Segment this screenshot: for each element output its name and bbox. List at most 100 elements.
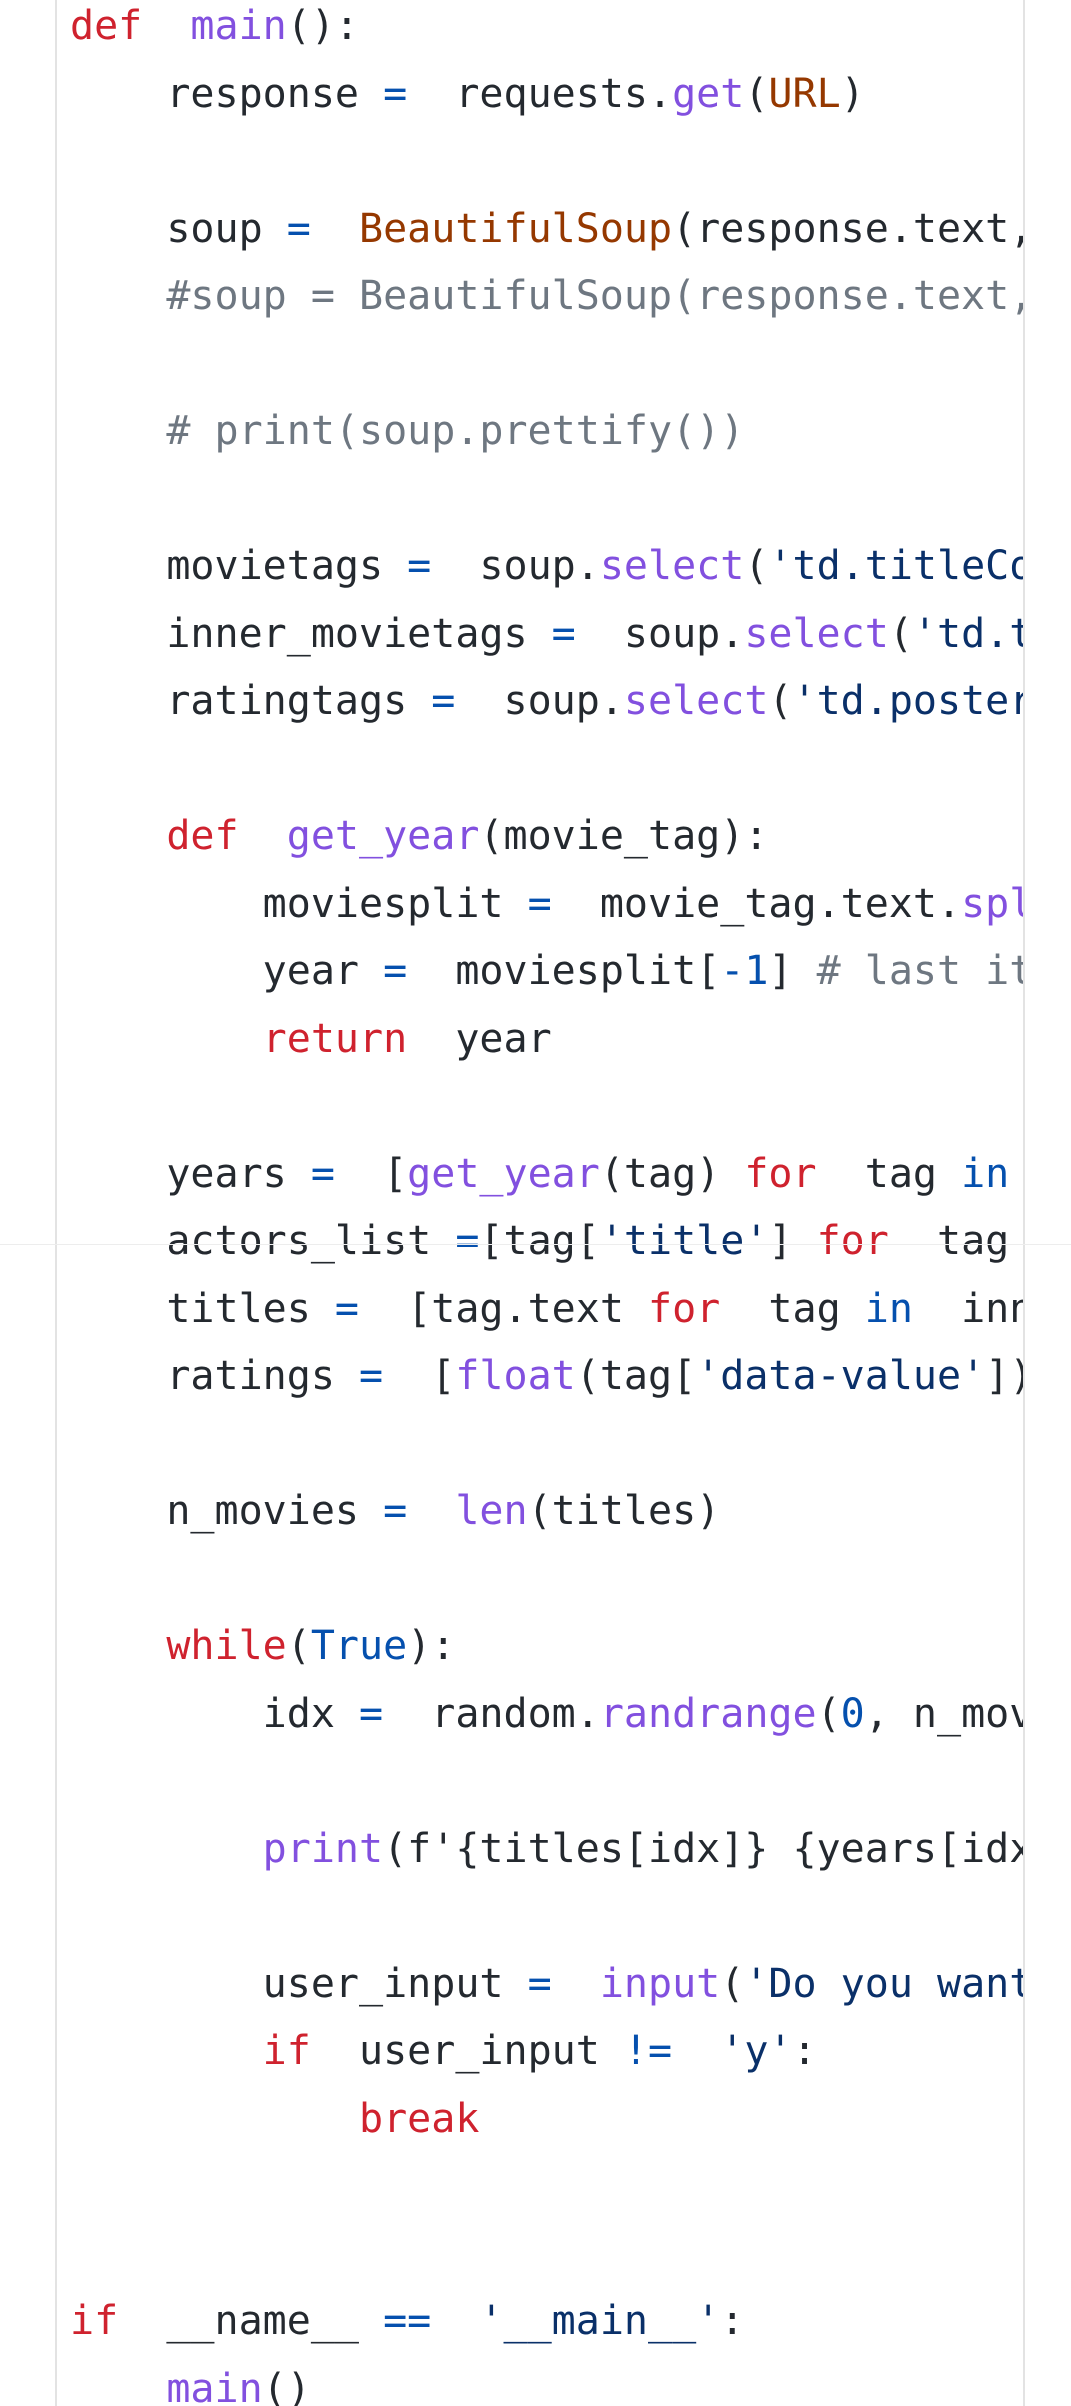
code-token: get_year [286,813,480,859]
code-token: for [816,1218,889,1264]
code-token: -1 [720,948,769,994]
code-token: (tag) [599,1150,745,1197]
code-token: in [864,1285,913,1332]
code-line: year = moviesplit[-1] # last item [70,938,1023,1006]
code-token: BeautifulSoup [359,205,673,252]
code-token: moviesplit[ [407,948,721,994]
code-token: = [310,1150,335,1197]
code-token: randrange [599,1690,817,1737]
code-line: #soup = BeautifulSoup(response.text, 'lx… [70,263,1023,331]
code-line: actors_list =[tag['title'] for tag in in… [70,1208,1023,1276]
code-token: [tag.text [359,1285,648,1332]
code-token: (movie_tag): [479,813,769,859]
code-token: float [455,1353,576,1399]
code-token: # last item [816,948,1023,994]
code-token: print [70,1825,384,1872]
code-token: main [190,3,287,49]
code-line: ratings = [float(tag['data-value']) for … [70,1343,1023,1411]
code-line: ​ [70,1883,1023,1951]
code-line: ​ [70,1411,1023,1479]
code-token: = [286,205,311,252]
code-token: idx [70,1690,359,1737]
code-token: (): [286,3,359,49]
code-token: = [407,543,432,589]
code-token: : [792,2028,817,2074]
code-token: ] [768,1218,817,1264]
code-token: def [70,3,143,49]
code-token: moviesplit [70,880,528,927]
code-token: break [70,2095,480,2142]
code-token: 'data-value' [696,1353,986,1399]
code-token: years [70,1150,311,1197]
code-page: def main(): response = requests.get(URL)… [0,0,1071,2406]
code-token: = [527,1960,552,2007]
code-token: if [70,2028,311,2074]
code-line: moviesplit = movie_tag.text.split() [70,871,1023,939]
code-token: select [599,543,745,589]
code-token: = [358,1353,384,1399]
code-token: = [334,1285,359,1332]
code-token: = [383,70,408,117]
code-token: actors_list [70,1218,456,1264]
code-token: 'td.titleColumn a' [912,610,1023,657]
code-token: ( [720,1960,745,2007]
code-token: tag [888,1218,1023,1264]
code-token: soup [70,205,287,252]
code-line: def get_year(movie_tag): [70,803,1023,871]
code-token: ( [744,70,769,117]
code-token: for [647,1285,721,1332]
code-token: get_year [407,1150,600,1197]
code-token: user_input [310,2028,624,2074]
code-token: if [70,2298,119,2344]
horizontal-divider [0,1244,1071,1245]
code-token: ( [888,610,913,657]
code-token: random. [383,1690,600,1737]
code-line: response = requests.get(URL) [70,61,1023,129]
code-line: break [70,2086,1023,2154]
code-token: , n_movies) [864,1690,1023,1737]
code-token: __name__ [118,2298,384,2344]
code-line: n_movies = len(titles) [70,1478,1023,1546]
code-line: ​ [70,128,1023,196]
code-token: ]) [985,1353,1023,1399]
code-token: ( [768,678,793,724]
code-token: [tag[ [479,1218,600,1264]
code-line: movietags = soup.select('td.titleColumn'… [70,533,1023,601]
code-token: [ [383,1353,456,1399]
code-token: tag [816,1150,962,1197]
code-token: user_input [70,1960,528,2007]
code-line: main() [70,2356,1023,2406]
code-token: (tag[ [575,1353,697,1399]
code-token: get [672,70,745,117]
code-line: ​ [70,466,1023,534]
code-token: response [70,70,384,117]
code-token: while [70,1623,287,1669]
code-token: ( [816,1690,841,1737]
code-token: for [744,1150,817,1197]
code-line: ​ [70,1748,1023,1816]
code-token: return [70,1015,408,1062]
code-token: ( [744,543,769,589]
code-token: n_movies [70,1488,384,1534]
code-block-right-border [1023,0,1025,2406]
code-token: len [455,1488,528,1534]
code-token: def [70,813,239,859]
code-token: year [70,948,384,994]
code-line: titles = [tag.text for tag in inner_movi… [70,1276,1023,1344]
code-line: ​ [70,736,1023,804]
code-token: ratingtags [70,678,432,724]
code-block[interactable]: def main(): response = requests.get(URL)… [0,0,1023,2406]
code-line: user_input = input('Do you want another … [70,1951,1023,2019]
code-line: if __name__ == '__main__': [70,2288,1023,2356]
code-token: select [744,610,889,657]
code-line: ​ [70,331,1023,399]
code-token: True [310,1623,408,1669]
code-token: : [720,2298,745,2344]
code-token: 'td.titleColumn' [768,543,1023,589]
code-line: def main(): [70,0,1023,61]
